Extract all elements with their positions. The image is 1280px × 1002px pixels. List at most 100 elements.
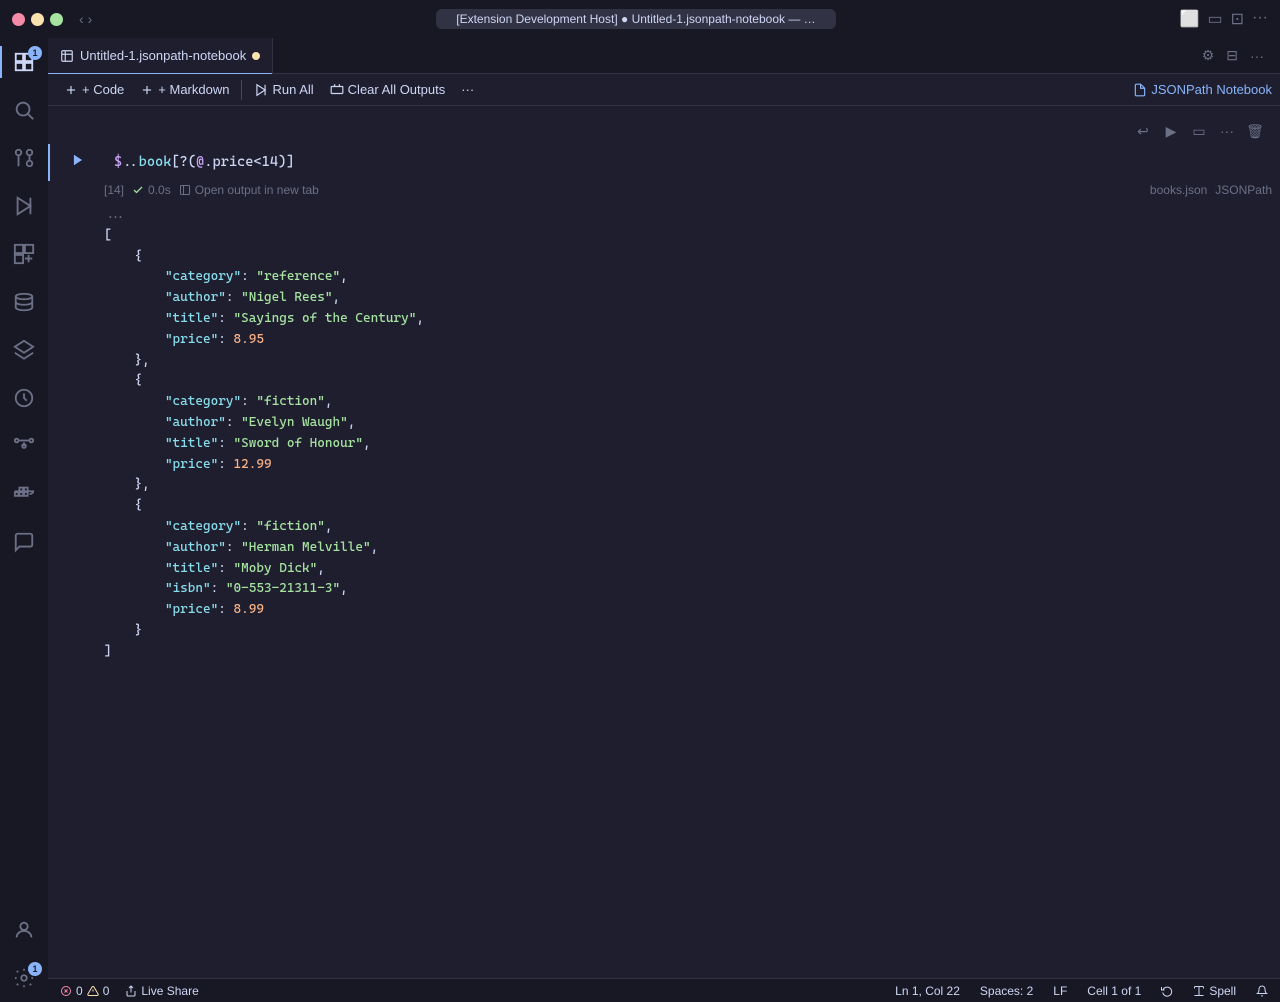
restart-kernel-icon[interactable]: ↩ [1130,118,1156,144]
output-line: [ [104,226,1272,247]
toggle-panel-icon[interactable]: ▭ [1207,9,1222,29]
output-line: { [104,247,1272,268]
cell-input[interactable]: $..book[?(@.price<14)] [114,148,1272,177]
status-live-share[interactable]: Live Share [121,984,202,998]
clear-all-outputs-button[interactable]: Clear All Outputs [322,78,454,101]
split-editor-icon[interactable]: ⬜ [1180,9,1200,29]
layout-icon[interactable]: ⊡ [1231,9,1244,29]
traffic-lights [12,13,63,26]
settings-badge: 1 [28,962,42,976]
delete-cell-icon[interactable]: 🗑 [1242,118,1268,144]
back-arrow[interactable]: ‹ [79,11,84,27]
titlebar: ‹ › [Extension Development Host] ● Untit… [0,0,1280,38]
status-spaces[interactable]: Spaces: 2 [976,984,1037,998]
split-pane-icon[interactable]: ⊟ [1222,43,1242,68]
run-cell-icon[interactable]: ▶ [1158,118,1184,144]
cell-container: $..book[?(@.price<14)] [48,144,1280,181]
output-line: ] [104,642,1272,663]
sidebar-item-layers[interactable] [0,326,48,374]
cell-more-icon[interactable]: ··· [1214,118,1240,144]
cell-time: 0.0s [148,183,171,197]
tab-bar: Untitled-1.jsonpath-notebook ⚙ ⊟ ··· [48,38,1280,74]
sidebar-item-source-control[interactable] [0,134,48,182]
activity-bar-bottom: 1 [0,906,48,1002]
titlebar-right: ⬜ ▭ ⊡ ··· [1180,9,1268,29]
run-all-button[interactable]: Run All [246,78,321,101]
output-line: "author": "Evelyn Waugh", [104,413,1272,434]
output-line: "price": 8.99 [104,600,1272,621]
cell-run-button[interactable] [66,148,90,172]
more-icon[interactable]: ··· [1252,9,1268,29]
output-line: "title": "Sayings of the Century", [104,309,1272,330]
sidebar-item-account[interactable] [0,906,48,954]
activity-bar: 1 [0,38,48,1002]
nav-arrows: ‹ › [79,11,92,27]
cell-action-bar: + Code + Markdown Run All C [48,74,1280,106]
toolbar-separator [241,80,242,100]
cell-number: [14] [104,183,124,197]
notebook-content[interactable]: ↩ ▶ ▭ ··· 🗑 [48,106,1280,978]
output-line: "isbn": "0-553-21311-3", [104,579,1272,600]
toggle-output-icon[interactable]: ▭ [1186,118,1212,144]
more-actions-button[interactable]: ··· [453,78,482,101]
live-share-label: Live Share [141,984,198,998]
sidebar-item-explorer[interactable]: 1 [0,38,48,86]
sidebar-item-extensions[interactable] [0,230,48,278]
output-line: "title": "Sword of Honour", [104,434,1272,455]
open-output-link[interactable]: Open output in new tab [179,183,319,197]
cell-top-toolbar: ↩ ▶ ▭ ··· 🗑 [48,114,1280,144]
output-line: "author": "Herman Melville", [104,538,1272,559]
editor-area: Untitled-1.jsonpath-notebook ⚙ ⊟ ··· + C… [48,38,1280,1002]
sidebar-item-docker[interactable] [0,470,48,518]
sidebar-item-git[interactable] [0,422,48,470]
add-code-button[interactable]: + Code [56,78,132,101]
sidebar-item-history[interactable] [0,374,48,422]
minimize-button[interactable] [31,13,44,26]
cell-gutter [50,144,106,181]
status-errors[interactable]: 0 0 [56,984,113,998]
output-line: "price": 8.95 [104,330,1272,351]
tab-filename: Untitled-1.jsonpath-notebook [80,48,246,63]
status-undo[interactable] [1157,985,1177,997]
status-right: Ln 1, Col 22 Spaces: 2 LF Cell 1 of 1 [891,984,1272,998]
cell-wrapper: ↩ ▶ ▭ ··· 🗑 [48,114,1280,667]
output-line: "category": "fiction", [104,392,1272,413]
sidebar-item-settings[interactable]: 1 [0,954,48,1002]
explorer-badge: 1 [28,46,42,60]
sidebar-item-run[interactable] [0,182,48,230]
output-line: }, [104,475,1272,496]
sidebar-item-chat[interactable] [0,518,48,566]
tab-right-actions: ⚙ ⊟ ··· [1198,43,1280,68]
sidebar-item-search[interactable] [0,86,48,134]
close-button[interactable] [12,13,25,26]
tab-more-icon[interactable]: ··· [1246,44,1268,68]
address-bar[interactable]: [Extension Development Host] ● Untitled-… [436,9,836,29]
notebook-extension-label: JSONPath Notebook [1133,82,1272,97]
status-position[interactable]: Ln 1, Col 22 [891,984,964,998]
cell-right-info: books.json JSONPath [1150,183,1272,197]
add-markdown-button[interactable]: + Markdown [132,78,237,101]
source-file-label: books.json [1150,183,1207,197]
status-notifications[interactable] [1252,985,1272,997]
output-line: "category": "fiction", [104,517,1272,538]
status-bar: 0 0 Live Share [48,978,1280,1002]
main-layout: 1 [0,38,1280,1002]
output-area: ... [ { "category": "reference", "author… [104,201,1272,667]
output-line: ... [104,205,1272,226]
output-line: "author": "Nigel Rees", [104,288,1272,309]
output-line: "category": "reference", [104,267,1272,288]
maximize-button[interactable] [50,13,63,26]
forward-arrow[interactable]: › [88,11,93,27]
status-spell[interactable]: Spell [1189,984,1240,998]
settings-gear-icon[interactable]: ⚙ [1198,43,1219,68]
output-line: } [104,621,1272,642]
output-line: }, [104,351,1272,372]
output-line: { [104,496,1272,517]
tab-modified-dot [252,52,260,60]
status-encoding[interactable]: LF [1049,984,1071,998]
status-cell-info[interactable]: Cell 1 of 1 [1083,984,1145,998]
notebook-tab[interactable]: Untitled-1.jsonpath-notebook [48,38,273,74]
sidebar-item-database[interactable] [0,278,48,326]
status-left: 0 0 Live Share [56,984,203,998]
cell-meta-row: [14] 0.0s Open output in new tab books.j… [48,181,1280,201]
